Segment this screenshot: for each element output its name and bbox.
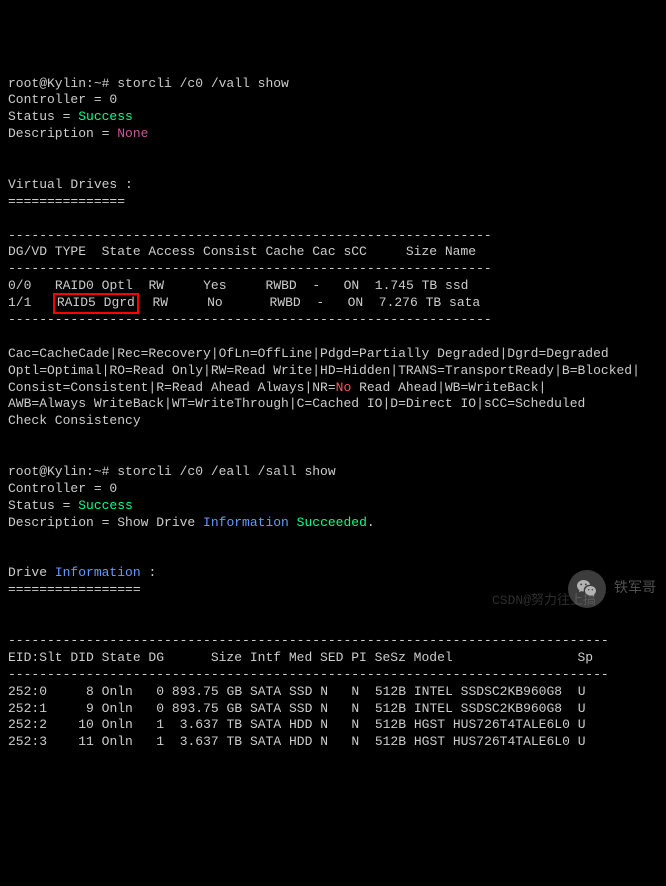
watermark-text: 铁军哥 xyxy=(614,580,656,598)
prompt: root@Kylin:~# xyxy=(8,76,117,91)
divider: =============== xyxy=(8,194,125,209)
legend-line: Cac=CacheCade|Rec=Recovery|OfLn=OffLine|… xyxy=(8,346,609,361)
legend-line: AWB=Always WriteBack|WT=WriteThrough|C=C… xyxy=(8,396,585,411)
status-line: Status = Success xyxy=(8,109,133,124)
status-line: Status = Success xyxy=(8,498,133,513)
drive-row: 252:0 8 Onln 0 893.75 GB SATA SSD N N 51… xyxy=(8,684,586,699)
vd-title: Virtual Drives : xyxy=(8,177,133,192)
vd-row: 0/0 RAID0 Optl RW Yes RWBD - ON 1.745 TB… xyxy=(8,278,468,293)
controller-line: Controller = 0 xyxy=(8,92,117,107)
dashline: ----------------------------------------… xyxy=(8,667,609,682)
dashline: ----------------------------------------… xyxy=(8,312,492,327)
command: storcli /c0 /vall show xyxy=(117,76,289,91)
dashline: ----------------------------------------… xyxy=(8,228,492,243)
description-line: Description = Show Drive Information Suc… xyxy=(8,515,375,530)
drive-row: 252:1 9 Onln 0 893.75 GB SATA SSD N N 51… xyxy=(8,701,586,716)
dashline: ----------------------------------------… xyxy=(8,633,609,648)
drive-title: Drive Information : xyxy=(8,565,156,580)
vd-row: 1/1 RAID5 Dgrd RW No RWBD - ON 7.276 TB … xyxy=(8,295,480,310)
terminal-output: root@Kylin:~# storcli /c0 /vall show Con… xyxy=(8,76,658,752)
legend-line: Consist=Consistent|R=Read Ahead Always|N… xyxy=(8,380,546,395)
drive-header: EID:Slt DID State DG Size Intf Med SED P… xyxy=(8,650,593,665)
drive-row: 252:2 10 Onln 1 3.637 TB SATA HDD N N 51… xyxy=(8,717,586,732)
command: storcli /c0 /eall /sall show xyxy=(117,464,335,479)
degraded-highlight: RAID5 Dgrd xyxy=(53,293,139,314)
vd-header: DG/VD TYPE State Access Consist Cache Ca… xyxy=(8,244,476,259)
legend-line: Check Consistency xyxy=(8,413,141,428)
description-line: Description = None xyxy=(8,126,148,141)
watermark-csdn: CSDN@努力往上搞 xyxy=(492,593,596,610)
legend-line: Optl=Optimal|RO=Read Only|RW=Read Write|… xyxy=(8,363,640,378)
divider: ================= xyxy=(8,582,141,597)
drive-row: 252:3 11 Onln 1 3.637 TB SATA HDD N N 51… xyxy=(8,734,586,749)
prompt: root@Kylin:~# xyxy=(8,464,117,479)
dashline: ----------------------------------------… xyxy=(8,261,492,276)
controller-line: Controller = 0 xyxy=(8,481,117,496)
